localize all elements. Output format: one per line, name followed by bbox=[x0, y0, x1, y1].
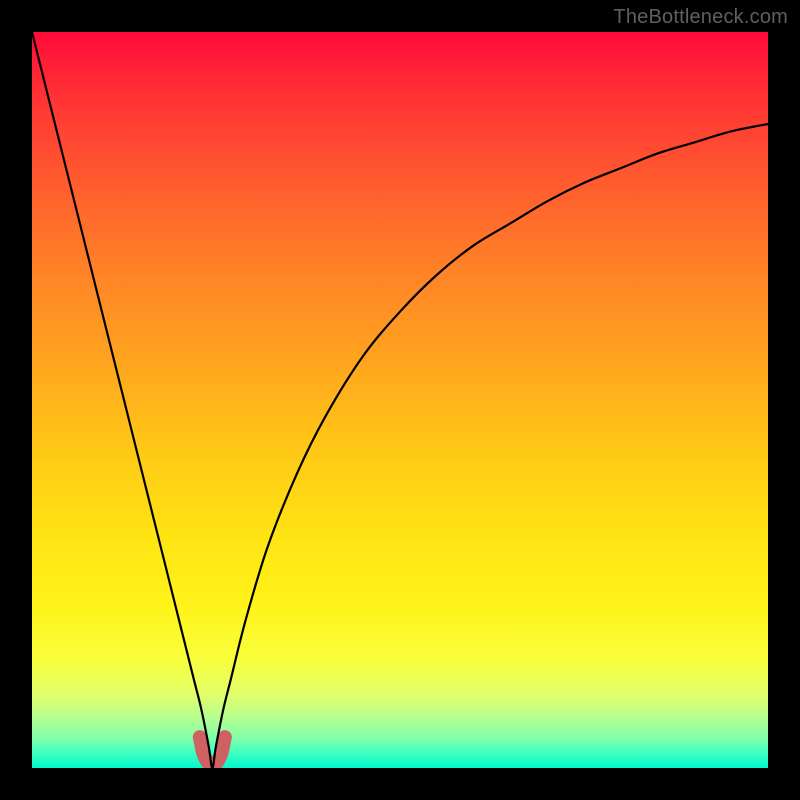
chart-svg bbox=[32, 32, 768, 768]
outer-frame: TheBottleneck.com bbox=[0, 0, 800, 800]
plot-area bbox=[32, 32, 768, 768]
rounded-min-marker bbox=[200, 737, 225, 766]
bottleneck-curve bbox=[32, 32, 768, 768]
watermark-text: TheBottleneck.com bbox=[613, 6, 788, 29]
